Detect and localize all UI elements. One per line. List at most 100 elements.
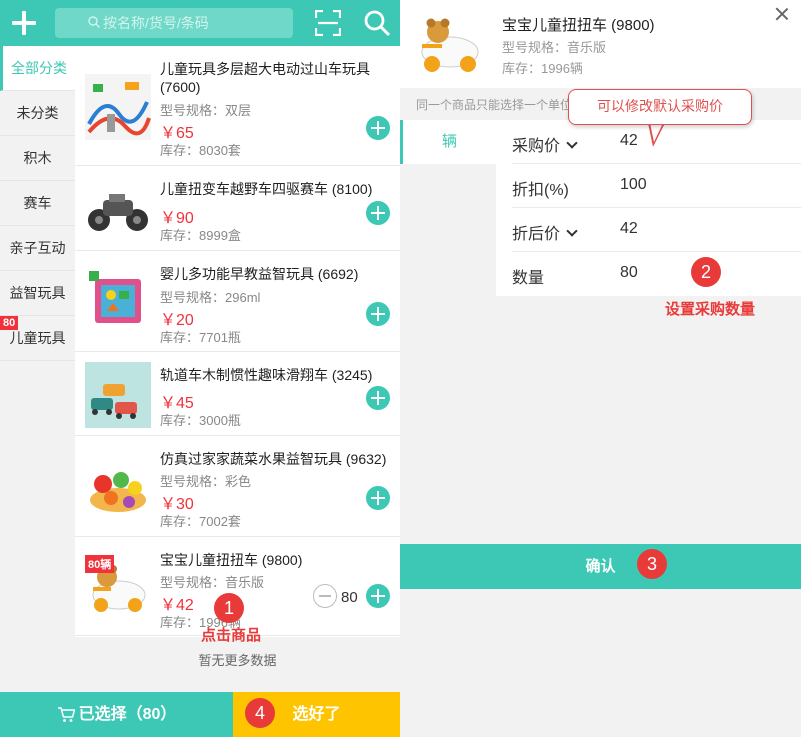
chevron-down-icon[interactable] <box>566 225 578 237</box>
product-item[interactable]: 儿童扭变车越野车四驱赛车 (8100) ￥90 库存：8999盒 <box>75 166 400 251</box>
detail-product-spec: 型号规格：音乐版 <box>502 40 607 55</box>
tooltip-tail-inner <box>650 123 663 142</box>
product-stock: 库存：8999盒 <box>160 228 241 243</box>
category-item-uncategorized[interactable]: 未分类 <box>0 91 75 136</box>
product-image <box>85 362 151 428</box>
add-product-button[interactable] <box>366 201 390 225</box>
discounted-price-row[interactable]: 折后价 42 <box>512 208 801 252</box>
category-count-badge: 80 <box>0 316 19 330</box>
step-marker-2: 2 <box>691 257 721 287</box>
product-stock: 库存：8030套 <box>160 143 241 158</box>
category-label: 亲子互动 <box>9 240 66 256</box>
product-spec: 型号规格：彩色 <box>160 474 252 489</box>
category-label: 全部分类 <box>11 60 67 76</box>
product-detail-panel: 宝宝儿童扭扭车 (9800) 型号规格：音乐版 库存：1996辆 同一个商品只能… <box>400 0 801 737</box>
discounted-price-value[interactable]: 42 <box>620 220 638 238</box>
product-item[interactable]: 轨道车木制惯性趣味滑翔车 (3245) ￥45 库存：3000瓶 <box>75 352 400 436</box>
product-stock: 库存：3000瓶 <box>160 413 241 428</box>
quantity-label: 数量 <box>512 270 545 287</box>
detail-header: 宝宝儿童扭扭车 (9800) 型号规格：音乐版 库存：1996辆 <box>400 0 801 88</box>
product-stock: 库存：7002套 <box>160 514 241 529</box>
step-1-caption: 点击商品 <box>201 627 262 644</box>
bottom-bar: 已选择（80） 选好了 <box>0 692 400 737</box>
top-bar: 按名称/货号/条码 <box>0 0 400 46</box>
product-item-selected[interactable]: 80辆 宝宝儿童扭扭车 (9800) 型号规格：音乐版 ￥42 库存：1996辆… <box>75 537 400 636</box>
search-input[interactable]: 按名称/货号/条码 <box>55 8 293 38</box>
field-label: 折后价 <box>512 220 578 244</box>
product-item[interactable]: 仿真过家家蔬菜水果益智玩具 (9632) 型号规格：彩色 ￥30 库存：7002… <box>75 436 400 537</box>
add-icon[interactable] <box>11 10 37 36</box>
confirm-button[interactable]: 确认 <box>400 544 801 589</box>
step-marker-3: 3 <box>637 549 667 579</box>
category-label: 未分类 <box>16 105 59 121</box>
product-item[interactable]: 婴儿多功能早教益智玩具 (6692) 型号规格：296ml ￥20 库存：770… <box>75 251 400 352</box>
discounted-price-label: 折后价 <box>512 226 561 243</box>
purchase-price-value[interactable]: 42 <box>620 132 638 150</box>
unit-notice: 同一个商品只能选择一个单位 <box>416 98 573 112</box>
category-label: 益智玩具 <box>9 285 66 301</box>
list-end-text: 暂无更多数据 <box>198 653 277 668</box>
discount-row[interactable]: 折扣(%) 100 <box>512 164 801 208</box>
category-item-parent-child[interactable]: 亲子互动 <box>0 226 75 271</box>
add-product-button[interactable] <box>366 386 390 410</box>
decrease-qty-button[interactable] <box>313 584 337 608</box>
product-name: 婴儿多功能早教益智玩具 (6692) <box>160 266 359 282</box>
category-sidebar: 全部分类 未分类 积木 赛车 亲子互动 益智玩具 80 儿童玩具 <box>0 46 75 361</box>
chevron-down-icon[interactable] <box>566 137 578 149</box>
product-qty: 80 <box>341 589 358 606</box>
product-image <box>85 74 151 140</box>
add-product-button[interactable] <box>366 302 390 326</box>
add-product-button[interactable] <box>366 584 390 608</box>
category-item-racing[interactable]: 赛车 <box>0 181 75 226</box>
product-spec: 型号规格：双层 <box>160 103 252 118</box>
category-item-kids-toys[interactable]: 80 儿童玩具 <box>0 316 75 361</box>
category-item-puzzle[interactable]: 益智玩具 <box>0 271 75 316</box>
cart-icon <box>57 707 75 722</box>
add-product-button[interactable] <box>366 486 390 510</box>
product-name: 宝宝儿童扭扭车 (9800) <box>160 552 303 568</box>
search-small-icon <box>88 16 100 28</box>
category-item-all[interactable]: 全部分类 <box>0 46 75 91</box>
product-spec: 型号规格：音乐版 <box>160 575 265 590</box>
product-image <box>85 454 151 520</box>
step-marker-1: 1 <box>214 593 244 623</box>
add-product-button[interactable] <box>366 116 390 140</box>
price-tip-callout: 可以修改默认采购价 <box>568 89 752 125</box>
product-picker-panel: 按名称/货号/条码 全部分类 未分类 积木 赛车 亲子互动 益智玩具 80 儿童… <box>0 0 400 737</box>
detail-product-image <box>414 8 484 78</box>
product-image <box>85 267 151 333</box>
product-name: 仿真过家家蔬菜水果益智玩具 (9632) <box>160 451 387 467</box>
purchase-price-label: 采购价 <box>512 138 561 155</box>
discount-label: 折扣(%) <box>512 182 569 199</box>
search-icon[interactable] <box>363 9 391 37</box>
quantity-value[interactable]: 80 <box>620 264 638 282</box>
close-icon[interactable] <box>775 7 789 21</box>
selected-items-button[interactable]: 已选择（80） <box>0 692 233 737</box>
unit-label: 辆 <box>441 133 457 150</box>
selected-qty-badge: 80辆 <box>85 555 115 573</box>
done-label: 选好了 <box>292 706 341 723</box>
category-label: 儿童玩具 <box>9 330 66 346</box>
unit-tab[interactable]: 辆 <box>400 120 496 164</box>
step-2-caption: 设置采购数量 <box>665 301 756 318</box>
product-spec: 型号规格：296ml <box>160 290 261 305</box>
detail-product-name: 宝宝儿童扭扭车 (9800) <box>502 17 655 34</box>
search-placeholder: 按名称/货号/条码 <box>103 15 209 31</box>
product-stock: 库存：7701瓶 <box>160 330 241 345</box>
scan-icon[interactable] <box>315 10 341 36</box>
product-name: 儿童玩具多层超大电动过山车玩具 (7600) <box>160 61 370 95</box>
category-label: 赛车 <box>23 195 52 211</box>
confirm-label: 确认 <box>585 558 616 575</box>
quantity-row[interactable]: 数量 80 <box>512 252 801 296</box>
product-list: 儿童玩具多层超大电动过山车玩具 (7600) 型号规格：双层 ￥65 库存：80… <box>75 46 400 637</box>
product-name: 儿童扭变车越野车四驱赛车 (8100) <box>160 181 373 197</box>
discount-value[interactable]: 100 <box>620 176 647 194</box>
step-marker-4: 4 <box>245 698 275 728</box>
selected-items-label: 已选择（80） <box>78 706 177 723</box>
category-item-blocks[interactable]: 积木 <box>0 136 75 181</box>
product-image <box>85 176 151 242</box>
product-name: 轨道车木制惯性趣味滑翔车 (3245) <box>160 367 373 383</box>
product-item[interactable]: 儿童玩具多层超大电动过山车玩具 (7600) 型号规格：双层 ￥65 库存：80… <box>75 46 400 166</box>
category-label: 积木 <box>23 150 52 166</box>
detail-product-stock: 库存：1996辆 <box>502 61 583 76</box>
